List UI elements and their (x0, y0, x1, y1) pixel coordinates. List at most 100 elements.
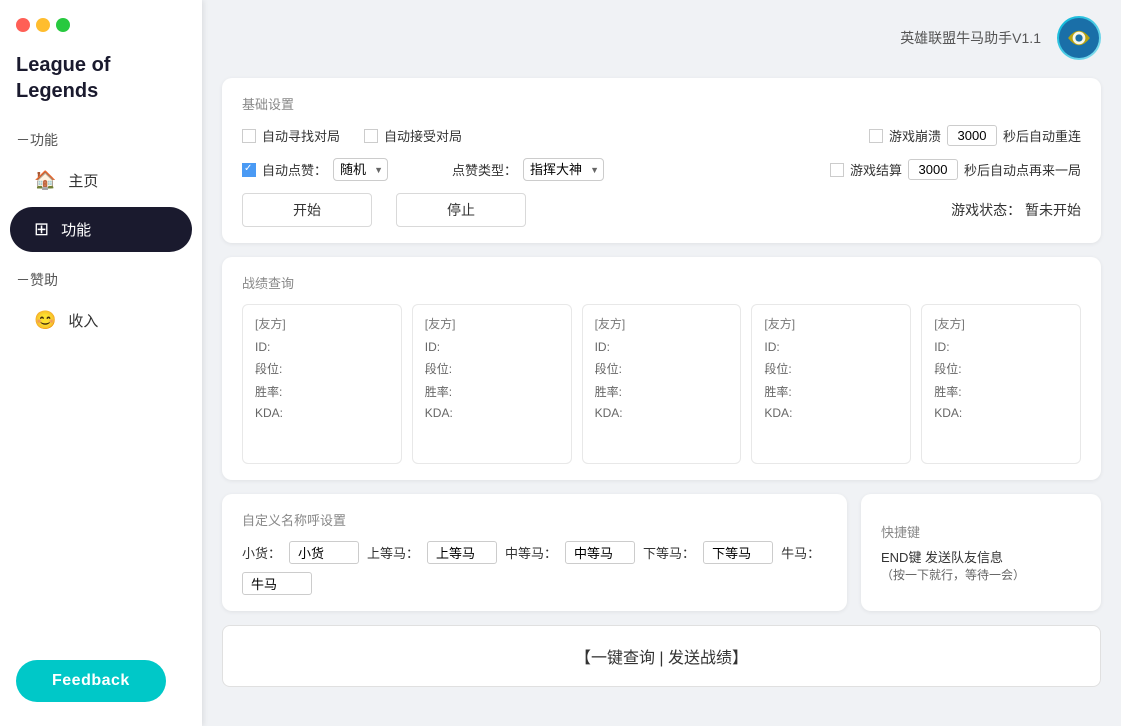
kda-row-0: KDA: (255, 406, 389, 420)
team-label-0: [友方] (255, 315, 389, 332)
nav-section-features: －功能 (0, 124, 202, 156)
income-icon: 😊 (34, 310, 56, 331)
sidebar-item-label-features: 功能 (61, 219, 91, 240)
game-crash-checkbox[interactable] (869, 129, 883, 143)
settings-row-3: 开始 停止 游戏状态： 暂未开始 (242, 193, 1081, 227)
battle-cards-container: [友方] ID: 段位: 胜率: KDA: [友方] ID: 段位: 胜率: K… (242, 304, 1081, 464)
shortcut-line2: （按一下就行，等待一会） (881, 566, 1025, 583)
auto-accept-label: 自动接受对局 (384, 126, 462, 145)
game-status-label: 游戏状态： (951, 202, 1021, 218)
game-end-checkbox[interactable] (830, 163, 844, 177)
kda-row-4: KDA: (934, 406, 1068, 420)
battle-card-4: [友方] ID: 段位: 胜率: KDA: (921, 304, 1081, 464)
battle-card-1: [友方] ID: 段位: 胜率: KDA: (412, 304, 572, 464)
custom-names-title: 自定义名称呼设置 (242, 510, 827, 529)
close-dot[interactable] (16, 18, 30, 32)
basic-settings-title: 基础设置 (242, 94, 1081, 113)
game-end-label: 游戏结算 (850, 160, 902, 179)
start-button[interactable]: 开始 (242, 193, 372, 227)
like-type-label: 点赞类型： (452, 160, 517, 179)
input-zhongdengma[interactable] (565, 541, 635, 564)
game-crash-label: 游戏崩溃 (889, 126, 941, 145)
winrate-row-2: 胜率: (595, 383, 729, 400)
settings-row-2: 自动点赞： 随机 固定 点赞类型： 指挥大神 超级英雄 最强 (242, 158, 1081, 181)
kda-row-2: KDA: (595, 406, 729, 420)
battle-card-0: [友方] ID: 段位: 胜率: KDA: (242, 304, 402, 464)
sidebar-item-features[interactable]: ⊞ 功能 (10, 207, 192, 252)
id-row-1: ID: (425, 340, 559, 354)
rank-row-3: 段位: (764, 360, 898, 377)
main-content: 英雄联盟牛马助手V1.1 基础设置 自动寻找对局 自动接受对局 (202, 0, 1121, 726)
rank-row-0: 段位: (255, 360, 389, 377)
query-button[interactable]: 【一键查询 | 发送战绩】 (222, 625, 1101, 687)
game-crash-input[interactable] (947, 125, 997, 146)
kda-row-3: KDA: (764, 406, 898, 420)
shortcut-card: 快捷键 END键 发送队友信息 （按一下就行，等待一会） (861, 494, 1101, 611)
minimize-dot[interactable] (36, 18, 50, 32)
input-xiadengma[interactable] (703, 541, 773, 564)
header-bar: 英雄联盟牛马助手V1.1 (222, 16, 1101, 60)
basic-settings-card: 基础设置 自动寻找对局 自动接受对局 游戏崩溃 秒后自动重连 (222, 78, 1101, 243)
game-end-item: 游戏结算 秒后自动点再来一局 (830, 159, 1081, 180)
id-row-2: ID: (595, 340, 729, 354)
rank-row-4: 段位: (934, 360, 1068, 377)
auto-like-select[interactable]: 随机 固定 (333, 158, 388, 181)
battle-card-2: [友方] ID: 段位: 胜率: KDA: (582, 304, 742, 464)
stop-button[interactable]: 停止 (396, 193, 526, 227)
id-row-4: ID: (934, 340, 1068, 354)
auto-like-label: 自动点赞： (262, 160, 327, 179)
sidebar-item-income[interactable]: 😊 收入 (10, 298, 192, 343)
input-xiaohuo[interactable] (289, 541, 359, 564)
team-label-1: [友方] (425, 315, 559, 332)
feedback-button[interactable]: Feedback (16, 660, 166, 702)
team-label-2: [友方] (595, 315, 729, 332)
sidebar-item-label-income: 收入 (68, 310, 98, 331)
game-crash-item: 游戏崩溃 秒后自动重连 (869, 125, 1081, 146)
shortcut-line1: END键 发送队友信息 (881, 547, 1003, 566)
maximize-dot[interactable] (56, 18, 70, 32)
auto-find-match-label: 自动寻找对局 (262, 126, 340, 145)
battle-records-card: 战绩查询 [友方] ID: 段位: 胜率: KDA: [友方] ID: 段位: … (222, 257, 1101, 480)
home-icon: 🏠 (34, 170, 56, 191)
settings-row-1: 自动寻找对局 自动接受对局 游戏崩溃 秒后自动重连 (242, 125, 1081, 146)
nav-section-sponsor: －赞助 (0, 264, 202, 296)
game-end-input[interactable] (908, 159, 958, 180)
like-type-item: 点赞类型： 指挥大神 超级英雄 最强赋能 (452, 158, 604, 181)
auto-find-match-checkbox[interactable] (242, 129, 256, 143)
game-status-value: 暂未开始 (1025, 202, 1081, 218)
label-shangdengma: 上等马： (367, 543, 419, 562)
winrate-row-1: 胜率: (425, 383, 559, 400)
sidebar-item-label-home: 主页 (68, 170, 98, 191)
game-end-suffix: 秒后自动点再来一局 (964, 160, 1081, 179)
app-title: League of Legends (0, 42, 202, 124)
app-logo (1057, 16, 1101, 60)
label-xiaohuo: 小货： (242, 543, 281, 562)
names-row: 小货： 上等马： 中等马： 下等马： 牛马： (242, 541, 827, 595)
label-niuma: 牛马： (781, 543, 820, 562)
auto-like-checkbox[interactable] (242, 163, 256, 177)
grid-icon: ⊞ (34, 219, 49, 240)
sidebar-item-home[interactable]: 🏠 主页 (10, 158, 192, 203)
shortcut-title: 快捷键 (881, 522, 920, 541)
game-status: 游戏状态： 暂未开始 (951, 200, 1081, 220)
auto-accept-checkbox[interactable] (364, 129, 378, 143)
winrate-row-4: 胜率: (934, 383, 1068, 400)
team-label-3: [友方] (764, 315, 898, 332)
input-shangdengma[interactable] (427, 541, 497, 564)
auto-like-item: 自动点赞： 随机 固定 (242, 158, 388, 181)
custom-names-card: 自定义名称呼设置 小货： 上等马： 中等马： 下等马： 牛马： (222, 494, 847, 611)
label-xiadengma: 下等马： (643, 543, 695, 562)
battle-records-title: 战绩查询 (242, 273, 1081, 292)
auto-accept-item: 自动接受对局 (364, 126, 462, 145)
kda-row-1: KDA: (425, 406, 559, 420)
label-zhongdengma: 中等马： (505, 543, 557, 562)
team-label-4: [友方] (934, 315, 1068, 332)
input-niuma[interactable] (242, 572, 312, 595)
game-crash-suffix: 秒后自动重连 (1003, 126, 1081, 145)
rank-row-2: 段位: (595, 360, 729, 377)
titlebar-dots (0, 0, 202, 42)
auto-find-match-item: 自动寻找对局 (242, 126, 340, 145)
like-type-select[interactable]: 指挥大神 超级英雄 最强赋能 (523, 158, 604, 181)
bottom-section: 自定义名称呼设置 小货： 上等马： 中等马： 下等马： 牛马： 快捷键 END键… (222, 494, 1101, 611)
auto-like-select-wrapper: 随机 固定 (333, 158, 388, 181)
